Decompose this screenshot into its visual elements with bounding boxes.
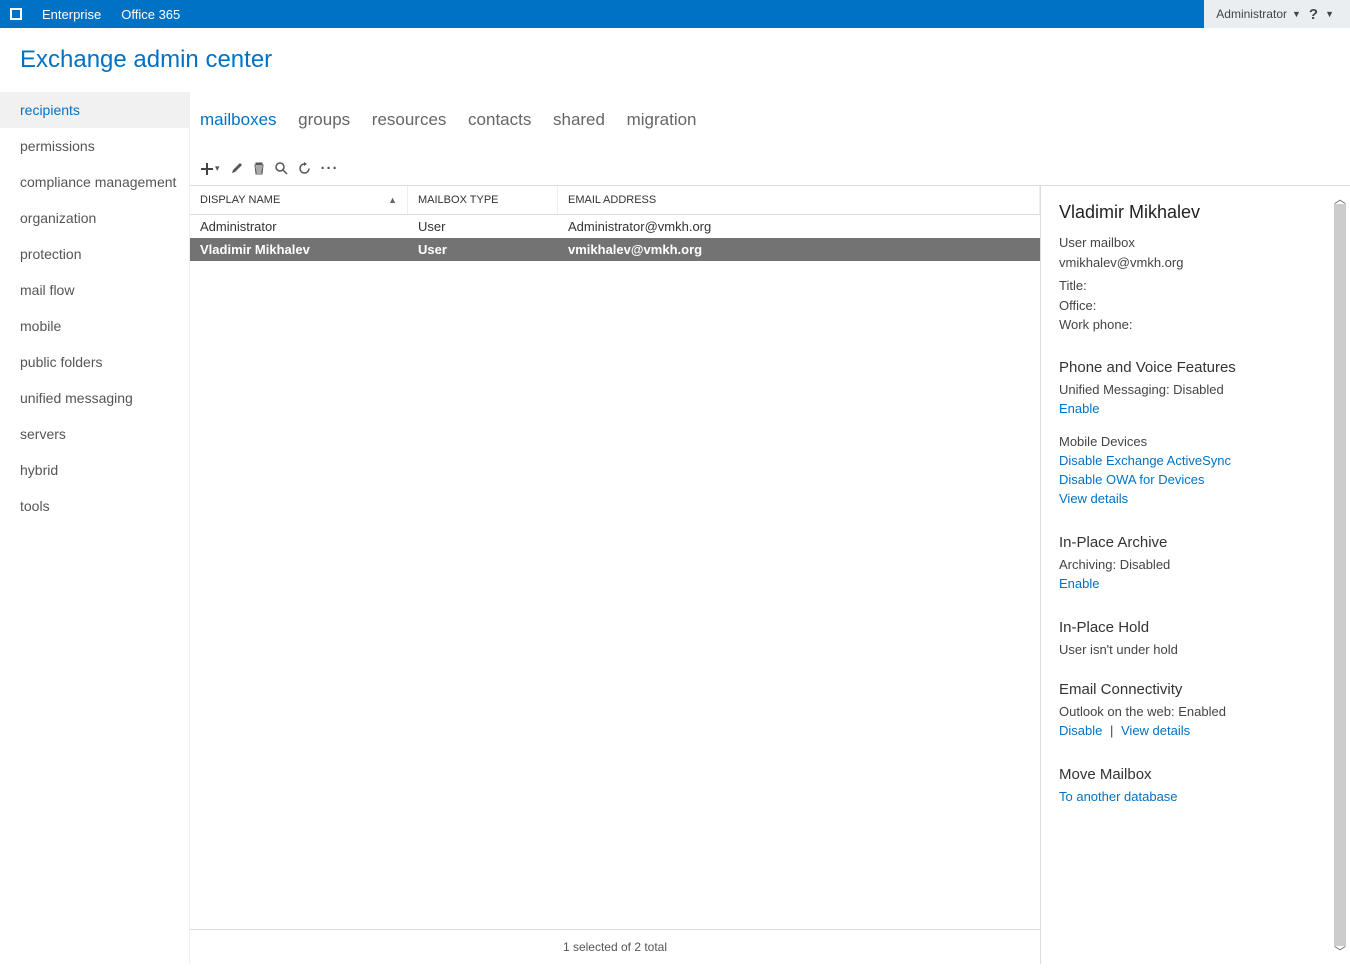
help-icon[interactable]: ? [1309,6,1318,23]
cell-name: Administrator [190,215,408,238]
cell-type: User [408,238,558,261]
sidebar: recipients permissions compliance manage… [0,92,190,964]
tabs: mailboxes groups resources contacts shar… [190,92,1350,160]
archive-status: Archiving: Disabled [1059,557,1322,572]
details-title: Title: [1059,276,1322,296]
nav-office365[interactable]: Office 365 [111,7,190,22]
page-title: Exchange admin center [0,28,1350,92]
col-display-name-label: DISPLAY NAME [200,194,280,206]
hold-status: User isn't under hold [1059,642,1322,657]
section-hold: In-Place Hold [1059,619,1322,636]
user-menu[interactable]: Administrator [1216,7,1287,21]
top-bar-right: Administrator ▼ ? ▼ [1204,0,1350,28]
cell-email: Administrator@vmkh.org [558,215,1040,238]
section-phone-voice: Phone and Voice Features [1059,359,1322,376]
details-subtype: User mailbox [1059,233,1322,253]
disable-owa-link[interactable]: Disable OWA for Devices [1059,472,1204,487]
scroll-down-icon[interactable]: ﹀ [1334,943,1346,960]
enable-archive-link[interactable]: Enable [1059,576,1099,591]
sidebar-item-recipients[interactable]: recipients [0,92,189,128]
top-bar-left: Enterprise Office 365 [0,0,190,28]
tab-migration[interactable]: migration [627,110,697,130]
section-archive: In-Place Archive [1059,534,1322,551]
details-pane: ︿ ﹀ Vladimir Mikhalev User mailbox vmikh… [1040,186,1350,964]
table-header: DISPLAY NAME ▲ MAILBOX TYPE EMAIL ADDRES… [190,186,1040,215]
disable-eas-link[interactable]: Disable Exchange ActiveSync [1059,453,1231,468]
details-workphone: Work phone: [1059,315,1322,335]
office-logo-icon[interactable] [0,0,32,28]
um-status: Unified Messaging: Disabled [1059,382,1322,397]
owa-status: Outlook on the web: Enabled [1059,704,1322,719]
sidebar-item-organization[interactable]: organization [0,200,189,236]
caret-down-icon[interactable]: ▼ [1292,9,1301,19]
sidebar-item-unifiedmessaging[interactable]: unified messaging [0,380,189,416]
cell-name: Vladimir Mikhalev [190,238,408,261]
nav-enterprise[interactable]: Enterprise [32,7,111,22]
status-footer: 1 selected of 2 total [190,929,1040,964]
sidebar-item-tools[interactable]: tools [0,488,189,524]
disable-owaweb-link[interactable]: Disable [1059,723,1102,738]
cell-type: User [408,215,558,238]
new-button[interactable]: ▾ [200,162,220,176]
search-icon[interactable] [275,162,288,175]
edit-icon[interactable] [230,162,243,175]
mobile-devices-label: Mobile Devices [1059,434,1322,449]
more-icon[interactable]: ··· [321,160,339,177]
mailbox-table: DISPLAY NAME ▲ MAILBOX TYPE EMAIL ADDRES… [190,186,1040,964]
sidebar-item-compliance[interactable]: compliance management [0,164,189,200]
tab-resources[interactable]: resources [372,110,447,130]
sort-asc-icon: ▲ [388,195,397,205]
caret-down-icon[interactable]: ▼ [1325,9,1334,19]
delete-icon[interactable] [253,162,265,175]
table-row[interactable]: Vladimir Mikhalev User vmikhalev@vmkh.or… [190,238,1040,261]
cell-email: vmikhalev@vmkh.org [558,238,1040,261]
view-details-link[interactable]: View details [1059,491,1128,506]
tab-contacts[interactable]: contacts [468,110,531,130]
col-email-address[interactable]: EMAIL ADDRESS [558,186,1040,214]
top-bar: Enterprise Office 365 Administrator ▼ ? … [0,0,1350,28]
col-mailbox-type[interactable]: MAILBOX TYPE [408,186,558,214]
sidebar-item-permissions[interactable]: permissions [0,128,189,164]
tab-shared[interactable]: shared [553,110,605,130]
tab-groups[interactable]: groups [298,110,350,130]
section-move-mailbox: Move Mailbox [1059,766,1322,783]
link-separator: | [1110,723,1113,738]
tab-mailboxes[interactable]: mailboxes [200,110,277,130]
refresh-icon[interactable] [298,162,311,175]
sidebar-item-publicfolders[interactable]: public folders [0,344,189,380]
sidebar-item-hybrid[interactable]: hybrid [0,452,189,488]
sidebar-item-servers[interactable]: servers [0,416,189,452]
details-office: Office: [1059,296,1322,316]
col-display-name[interactable]: DISPLAY NAME ▲ [190,186,408,214]
table-row[interactable]: Administrator User Administrator@vmkh.or… [190,215,1040,238]
toolbar: ▾ ··· [190,160,1350,185]
sidebar-item-protection[interactable]: protection [0,236,189,272]
sidebar-item-mobile[interactable]: mobile [0,308,189,344]
section-email-conn: Email Connectivity [1059,681,1322,698]
to-another-db-link[interactable]: To another database [1059,789,1178,804]
view-details-owa-link[interactable]: View details [1121,723,1190,738]
details-email: vmikhalev@vmkh.org [1059,253,1322,273]
enable-um-link[interactable]: Enable [1059,401,1099,416]
content-area: mailboxes groups resources contacts shar… [190,92,1350,964]
sidebar-item-mailflow[interactable]: mail flow [0,272,189,308]
details-name: Vladimir Mikhalev [1059,202,1322,223]
